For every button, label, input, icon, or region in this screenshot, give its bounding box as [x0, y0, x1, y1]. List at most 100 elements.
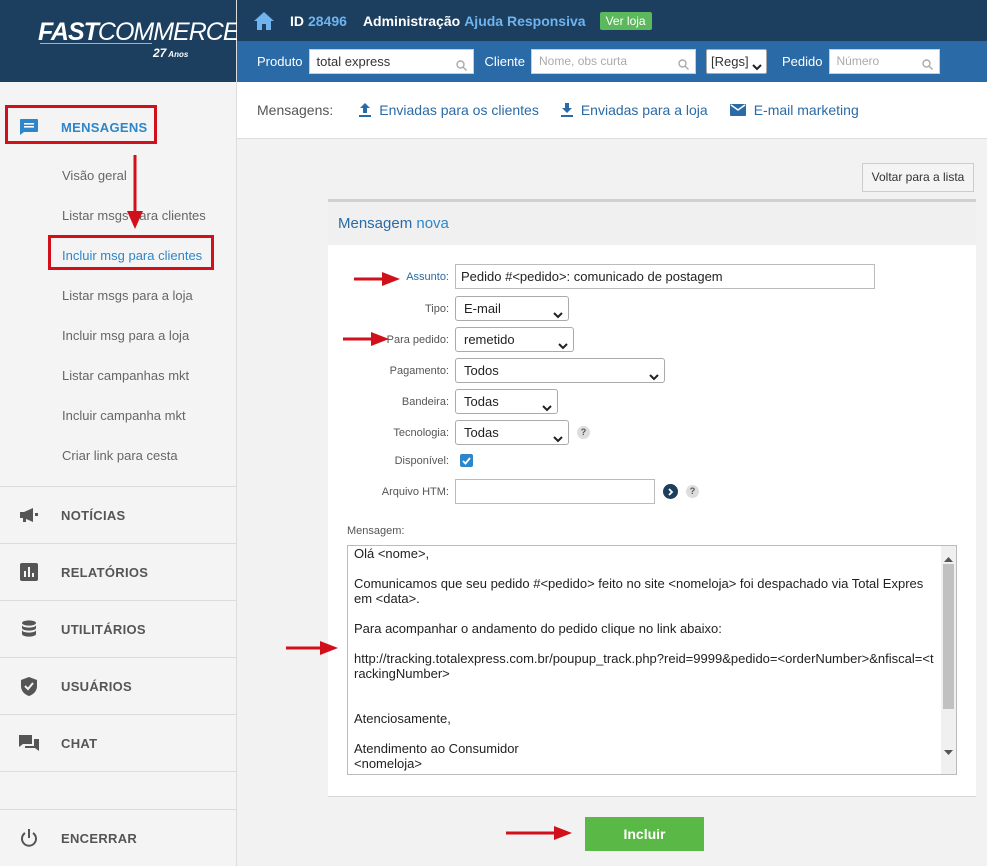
- menu-relatorios-label: RELATÓRIOS: [61, 564, 149, 580]
- store-id-value[interactable]: 28496: [308, 13, 347, 29]
- assunto-input[interactable]: Pedido #<pedido>: comunicado de postagem: [455, 264, 875, 289]
- arquivo-input[interactable]: [455, 479, 655, 504]
- cliente-placeholder: Nome, obs curta: [539, 54, 628, 68]
- produto-search-input[interactable]: total express: [308, 49, 474, 74]
- sidebar-item-criar-link-cesta[interactable]: Criar link para cesta: [0, 436, 236, 476]
- pagamento-row: Pagamento: Todos: [328, 358, 665, 383]
- cliente-search-input[interactable]: Nome, obs curta: [531, 49, 697, 74]
- ver-loja-button[interactable]: Ver loja: [599, 11, 652, 30]
- arquivo-row: Arquivo HTM: ?: [328, 479, 699, 504]
- tecnologia-select[interactable]: Todas: [455, 420, 569, 445]
- sidebar-item-listar-msgs-loja[interactable]: Listar msgs para a loja: [0, 276, 236, 316]
- envelope-icon: [729, 104, 746, 116]
- menu-usuarios[interactable]: USUÁRIOS: [0, 658, 236, 714]
- sent-to-clients-link[interactable]: Enviadas para os clientes: [359, 102, 539, 118]
- mensagem-body: Olá <nome>, Comunicamos que seu pedido #…: [354, 546, 934, 771]
- bandeira-value: Todas: [464, 394, 499, 409]
- mensagem-line: Para acompanhar o andamento do pedido cl…: [354, 621, 722, 636]
- scrollbar-thumb[interactable]: [943, 564, 954, 709]
- chevron-down-icon: [553, 304, 563, 327]
- mensagem-textarea[interactable]: Olá <nome>, Comunicamos que seu pedido #…: [347, 545, 957, 775]
- mensagem-line: Comunicamos que seu pedido #<pedido> fei…: [354, 576, 924, 606]
- menu-usuarios-label: USUÁRIOS: [61, 678, 133, 694]
- email-marketing-label: E-mail marketing: [753, 102, 859, 118]
- menu-section-relatorios: RELATÓRIOS: [0, 544, 236, 601]
- menu-section-utilitarios: UTILITÁRIOS: [0, 601, 236, 658]
- menu-noticias[interactable]: NOTÍCIAS: [0, 487, 236, 543]
- sent-to-store-label: Enviadas para a loja: [580, 102, 708, 118]
- admin-link[interactable]: Administração: [363, 13, 460, 29]
- chat-icon: [19, 733, 39, 753]
- menu-section-encerrar: ENCERRAR: [0, 809, 236, 866]
- menu-section-noticias: NOTÍCIAS: [0, 487, 236, 544]
- tipo-value: E-mail: [464, 301, 501, 316]
- pedido-label: Pedido: [782, 54, 823, 69]
- menu-relatorios[interactable]: RELATÓRIOS: [0, 544, 236, 600]
- annotation-arrow-assunto: [354, 272, 400, 286]
- menu-section-chat: CHAT: [0, 715, 236, 772]
- email-marketing-link[interactable]: E-mail marketing: [729, 102, 859, 118]
- annotation-box-mensagens: [5, 105, 157, 144]
- menu-utilitarios[interactable]: UTILITÁRIOS: [0, 601, 236, 657]
- bandeira-label: Bandeira:: [401, 395, 449, 408]
- disponivel-checkbox[interactable]: [460, 454, 473, 467]
- search-bar: Produto total express Cliente Nome, obs …: [237, 41, 987, 82]
- sidebar-item-listar-msgs-clientes[interactable]: Listar msgs para clientes: [0, 196, 236, 236]
- pagamento-select[interactable]: Todos: [455, 358, 665, 383]
- sidebar-item-incluir-msg-loja[interactable]: Incluir msg para a loja: [0, 316, 236, 356]
- sidebar-item-listar-campanhas[interactable]: Listar campanhas mkt: [0, 356, 236, 396]
- textarea-scrollbar[interactable]: [941, 546, 956, 774]
- mensagem-label: Mensagem:: [347, 525, 405, 537]
- sent-to-store-link[interactable]: Enviadas para a loja: [560, 102, 708, 118]
- back-to-list-button[interactable]: Voltar para a lista: [862, 163, 974, 192]
- help-link[interactable]: Ajuda Responsiva: [464, 13, 585, 29]
- annotation-arrow-para-pedido: [343, 332, 389, 346]
- menu-chat[interactable]: CHAT: [0, 715, 236, 771]
- search-icon[interactable]: [455, 55, 467, 78]
- sidebar-item-visao-geral[interactable]: Visão geral: [0, 156, 236, 196]
- megaphone-icon: [19, 505, 39, 525]
- search-icon[interactable]: [921, 55, 933, 78]
- menu-chat-label: CHAT: [61, 735, 98, 751]
- annotation-arrow-mensagem: [286, 641, 338, 655]
- cliente-label: Cliente: [484, 54, 526, 69]
- incluir-button[interactable]: Incluir: [585, 817, 704, 851]
- top-bar: ID 28496 Administração Ajuda Responsiva …: [237, 0, 987, 41]
- mensagem-line: http://tracking.totalexpress.com.br/poup…: [354, 651, 934, 681]
- mensagem-line: Atendimento ao Consumidor: [354, 741, 519, 756]
- menu-section-usuarios: USUÁRIOS: [0, 658, 236, 715]
- mensagem-blank-line: [354, 726, 934, 741]
- chevron-up-icon[interactable]: [944, 550, 953, 565]
- sidebar-item-incluir-campanha[interactable]: Incluir campanha mkt: [0, 396, 236, 436]
- search-icon[interactable]: [678, 55, 690, 78]
- bar-chart-icon: [19, 562, 39, 582]
- tecnologia-row: Tecnologia: Todas ?: [328, 420, 590, 445]
- chevron-down-icon[interactable]: [944, 744, 953, 759]
- logo[interactable]: FASTCOMMERCE 27 Anos: [0, 0, 240, 82]
- power-icon: [19, 828, 39, 848]
- para-pedido-select[interactable]: remetido: [455, 327, 574, 352]
- assunto-value: Pedido #<pedido>: comunicado de postagem: [461, 269, 723, 284]
- chevron-down-icon: [752, 56, 762, 79]
- pagamento-value: Todos: [464, 363, 499, 378]
- tecnologia-value: Todas: [464, 425, 499, 440]
- download-icon: [560, 103, 573, 117]
- menu-encerrar[interactable]: ENCERRAR: [0, 810, 236, 866]
- mensagem-blank-line: [354, 681, 934, 696]
- regs-select[interactable]: [Regs]: [706, 49, 768, 74]
- tipo-select[interactable]: E-mail: [455, 296, 569, 321]
- panel-title-text: Mensagem: [338, 215, 413, 232]
- bandeira-select[interactable]: Todas: [455, 389, 558, 414]
- pagamento-label: Pagamento:: [389, 364, 449, 377]
- home-icon[interactable]: [254, 11, 274, 30]
- arrow-right-icon[interactable]: [663, 484, 678, 499]
- help-icon[interactable]: ?: [686, 485, 699, 498]
- store-id-label: ID: [290, 12, 304, 29]
- regs-select-value: [Regs]: [711, 54, 749, 69]
- help-icon[interactable]: ?: [577, 426, 590, 439]
- shield-icon: [19, 676, 39, 696]
- tipo-label: Tipo:: [424, 302, 449, 315]
- arquivo-label: Arquivo HTM:: [381, 485, 449, 498]
- pedido-search-input[interactable]: Número: [828, 49, 940, 74]
- mensagem-line: Olá <nome>,: [354, 546, 430, 561]
